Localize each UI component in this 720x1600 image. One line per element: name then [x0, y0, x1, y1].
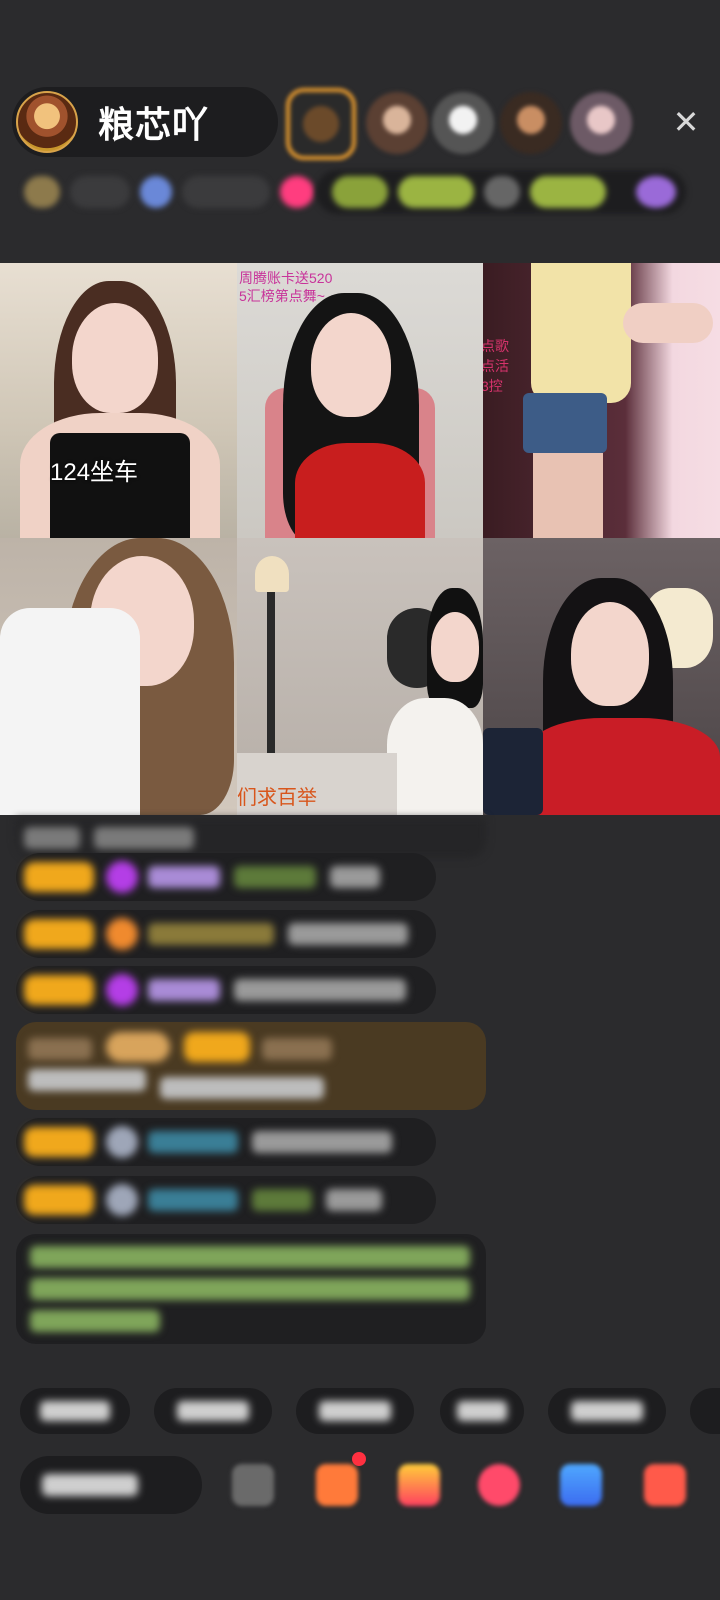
multi-guest-video-grid[interactable]: 124坐车 周腾账卡送520 5汇榜第点舞~ 点歌 点活 3控 们求百举 — [0, 263, 720, 815]
chat-message[interactable] — [16, 966, 436, 1014]
chat-message[interactable] — [16, 910, 436, 958]
tile-caption: 点歌 — [483, 338, 509, 354]
room-info-bar[interactable] — [24, 170, 324, 214]
heart-icon[interactable] — [478, 1464, 520, 1506]
tile-caption: 们求百举 — [237, 787, 317, 809]
top-viewer-avatar[interactable] — [286, 88, 356, 160]
quick-reply-chip[interactable] — [440, 1388, 524, 1434]
tile-caption: 3控 — [483, 378, 503, 394]
quick-reply-chip[interactable] — [690, 1388, 720, 1434]
guest-video-tile[interactable]: 点歌 点活 3控 — [483, 263, 720, 538]
quick-reply-chip[interactable] — [548, 1388, 666, 1434]
chat-message[interactable] — [16, 1176, 436, 1224]
chat-input[interactable] — [20, 1456, 202, 1514]
guest-video-tile[interactable]: 124坐车 — [0, 263, 237, 538]
host-name: 粮芯吖 — [98, 104, 210, 145]
gift-icon[interactable] — [644, 1464, 686, 1506]
viewer-avatar[interactable] — [432, 92, 494, 154]
quick-reply-chip[interactable] — [154, 1388, 272, 1434]
chat-notice — [16, 818, 486, 858]
guest-video-tile[interactable]: 周腾账卡送520 5汇榜第点舞~ — [237, 263, 483, 538]
tile-caption: 周腾账卡送520 — [239, 270, 333, 286]
quick-reply-chip[interactable] — [20, 1388, 130, 1434]
rank-ticker[interactable] — [316, 170, 686, 214]
gift-box-icon[interactable] — [316, 1464, 358, 1506]
guest-video-tile[interactable]: 们求百举 — [237, 538, 483, 815]
viewer-avatar[interactable] — [570, 92, 632, 154]
tile-caption: 124坐车 — [50, 459, 139, 486]
share-icon[interactable] — [560, 1464, 602, 1506]
tile-caption: 点活 — [483, 358, 509, 374]
close-icon[interactable]: ✕ — [668, 104, 704, 140]
guest-video-tile[interactable] — [483, 538, 720, 815]
guest-video-tile[interactable] — [0, 538, 237, 815]
chat-message[interactable] — [16, 1118, 436, 1166]
viewer-avatar[interactable] — [366, 92, 428, 154]
more-icon[interactable] — [232, 1464, 274, 1506]
chat-highlight-message[interactable] — [16, 1022, 486, 1110]
notification-dot — [352, 1452, 366, 1466]
chat-message[interactable] — [16, 853, 436, 901]
quick-reply-chip[interactable] — [296, 1388, 414, 1434]
host-avatar[interactable] — [16, 91, 78, 153]
tile-caption: 5汇榜第点舞~ — [239, 288, 325, 304]
viewer-avatar[interactable] — [500, 92, 562, 154]
host-profile-pill[interactable]: 粮芯吖 — [12, 87, 278, 157]
fan-club-icon[interactable] — [398, 1464, 440, 1506]
system-announcement — [16, 1234, 486, 1344]
